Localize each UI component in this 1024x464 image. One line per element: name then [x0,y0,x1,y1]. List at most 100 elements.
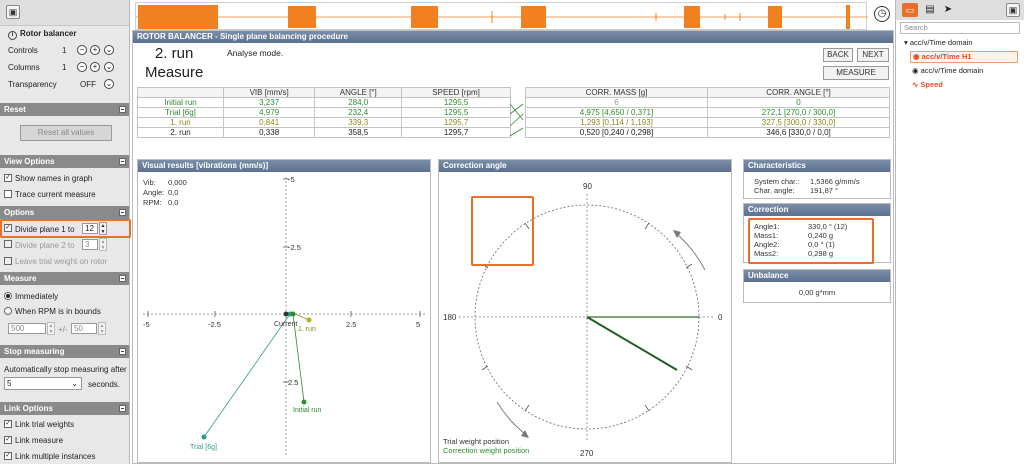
tree-item-speed[interactable]: ∿ Speed [912,80,943,89]
next-button[interactable]: NEXT [857,48,889,62]
tree-item-acc-time[interactable]: ◉ acc/v/Time domain [912,66,983,75]
speed-cell: 1295,7 [401,117,511,128]
initial-label: Initial run [293,407,322,414]
table-row[interactable]: 0,520 [0,240 / 0,298] 346,6 [330,0 / 0,0] [525,127,890,138]
waveform-svg [136,5,868,29]
cursor-icon[interactable]: ➤ [941,3,955,17]
clock-icon[interactable]: ◷ [874,6,890,22]
when-rpm-label: When RPM is in bounds [15,307,101,316]
collapse-icon[interactable] [119,209,126,216]
table-row[interactable]: 1,293 [0,114 / 1,193] 327,5 [300,0 / 330,… [525,117,890,128]
collapse-icon[interactable] [119,106,126,113]
columns-minus-icon[interactable]: − [77,62,87,72]
correction-angle-panel: Correction angle 90 0 180 270 Trial weig… [438,159,732,463]
rotation-arrow-bottom [496,401,526,435]
signal-icon: ◉ [913,52,922,61]
options-section[interactable]: Options [0,206,129,219]
auto-stop-label: Automatically stop measuring after [4,365,127,374]
columns-plus-icon[interactable]: + [90,62,100,72]
stop-seconds-select[interactable]: 5 ⌄ [4,377,82,390]
reset-section[interactable]: Reset [0,103,129,116]
instrument-title: i Rotor balancer [8,29,76,40]
table-row[interactable]: 1. run 0,841 339,3 1295,7 [137,117,511,128]
rpm-tolerance-stepper[interactable]: ▲ ▼ [98,322,106,335]
rpm-low-input[interactable]: 500 [8,323,46,334]
collapse-icon[interactable] [119,275,126,282]
tree-item-acc-h1[interactable]: ◉ acc/v/Time H1 [910,51,1018,63]
tree-root[interactable]: ▾ acc/v/Time domain [904,38,973,47]
trace-measure-label: Trace current measure [15,190,96,199]
legend-trial: Trial weight position [443,437,509,446]
collapse-icon[interactable] [119,348,126,355]
transparency-value[interactable]: OFF [80,80,96,89]
trace-measure-checkbox[interactable] [4,190,12,198]
view-options-section[interactable]: View Options [0,155,129,168]
left-panel: ▣ i Rotor balancer Controls 1 − + ⌄ Colum… [0,0,131,464]
collapse-icon[interactable] [119,158,126,165]
measure-button[interactable]: MEASURE [823,66,889,80]
unbalance-title: Unbalance [744,270,890,282]
table-row[interactable]: 60 [525,97,890,108]
waveform-overview[interactable] [135,2,868,30]
link-trial-checkbox[interactable]: ✓ [4,420,12,428]
rpm-low-stepper[interactable]: ▲ ▼ [47,322,55,335]
visual-results-title: Visual results [vibrations (mm/s)] [138,160,430,172]
corr-angle-cell: 327,5 [300,0 / 330,0] [707,117,890,128]
show-names-checkbox[interactable]: ✓ [4,174,12,182]
panel-toggle-icon[interactable]: ▣ [1006,3,1020,17]
clipboard-icon[interactable]: ▤ [923,3,937,17]
run-name: 2. run [137,127,224,138]
rpm-tolerance-input[interactable]: 50 [71,323,97,334]
divide-plane2-stepper[interactable]: ▲ ▼ [99,238,107,251]
table-row[interactable]: Initial run 3,237 284,0 1295,5 [137,97,511,108]
table-row[interactable]: Trial [6g] 4,979 232,4 1295,5 [137,107,511,118]
correction-weight-position-line [586,316,678,371]
run-name: Trial [6g] [137,107,224,118]
measure-section[interactable]: Measure [0,272,129,285]
link-options-section[interactable]: Link Options [0,402,129,415]
divide-plane2-checkbox[interactable] [4,240,12,248]
controls-plus-icon[interactable]: + [90,45,100,55]
info-icon[interactable]: i [8,31,17,40]
angle-cell: 232,4 [314,107,403,118]
folder-icon[interactable]: ▭ [902,3,918,17]
transparency-dropdown-icon[interactable]: ⌄ [104,79,114,89]
collapse-icon[interactable] [119,405,126,412]
table-header: ANGLE [°] [314,87,403,98]
table-row[interactable]: 4,975 [4,650 / 0,371] 272,1 [270,0 / 300,… [525,107,890,118]
table-header-row: CORR. MASS [g] CORR. ANGLE [°] [525,87,890,98]
leave-trial-checkbox[interactable] [4,257,12,265]
angle-cell: 284,0 [314,97,403,108]
rpm-separator: +/- [58,325,68,334]
step-subtitle: Measure [145,64,204,81]
divide-plane2-input[interactable]: 3 [82,239,98,250]
polar-vibration-plot[interactable]: -5 -2.5 2.5 5 -5 -2.5 2.5 Current 1. run… [138,172,430,462]
leave-trial-label: Leave trial weight on rotor [15,257,108,266]
back-button[interactable]: BACK [823,48,853,62]
char-angle-value: 191,87 ° [810,186,839,195]
corr-mass-cell: 4,975 [4,650 / 0,371] [525,107,708,118]
controls-dropdown-icon[interactable]: ⌄ [104,45,114,55]
initial-point[interactable] [301,399,307,405]
current-label: Current [274,321,297,328]
current-point[interactable] [283,311,289,317]
immediately-radio[interactable] [4,292,12,300]
panel-toggle-icon[interactable]: ▣ [6,5,20,19]
when-rpm-radio[interactable] [4,307,12,315]
controls-minus-icon[interactable]: − [77,45,87,55]
table-connector-arrows [509,103,524,137]
reset-all-button[interactable]: Reset all values [20,125,112,141]
search-input[interactable]: Search [900,22,1020,34]
angle-cell: 358,5 [314,127,403,138]
trial-point[interactable] [201,434,207,440]
stop-measuring-section[interactable]: Stop measuring [0,345,129,358]
columns-value: 1 [62,63,67,72]
link-measure-checkbox[interactable]: ✓ [4,436,12,444]
link-multiple-checkbox[interactable]: ✓ [4,452,12,460]
run-name: 1. run [137,117,224,128]
corr-angle-cell: 272,1 [270,0 / 300,0] [707,107,890,118]
tick-label: -2.5 [288,243,301,252]
run1-point[interactable] [306,317,312,323]
table-row[interactable]: 2. run 0,338 358,5 1295,7 [137,127,511,138]
columns-dropdown-icon[interactable]: ⌄ [104,62,114,72]
